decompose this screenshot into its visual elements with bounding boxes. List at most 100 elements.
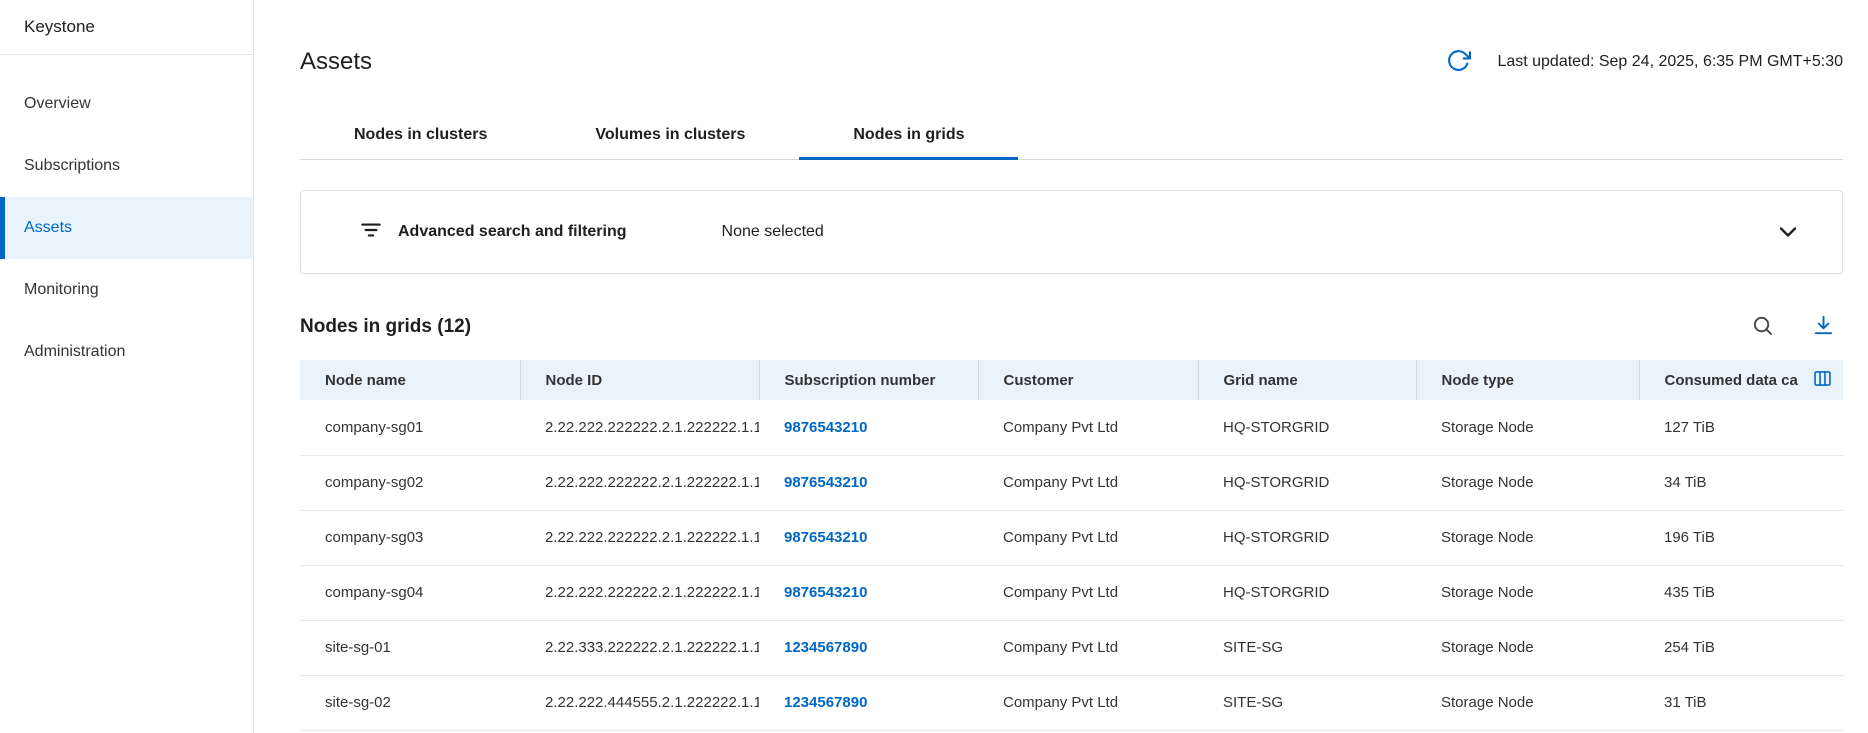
cell-customer: Company Pvt Ltd <box>978 455 1198 510</box>
tab-nodes-in-grids[interactable]: Nodes in grids <box>799 126 1018 159</box>
cell-grid-name: SITE-SG <box>1198 675 1416 730</box>
cell-node-name: company-sg01 <box>300 400 520 455</box>
cell-subscription: 9876543210 <box>759 510 978 565</box>
search-button[interactable] <box>1751 314 1774 340</box>
cell-subscription: 9876543210 <box>759 455 978 510</box>
table-row: site-sg-02 2.22.222.444555.2.1.222222.1.… <box>300 675 1843 730</box>
cell-node-id: 2.22.222.444555.2.1.222222.1.1.1.1 <box>520 675 759 730</box>
advanced-search-panel[interactable]: Advanced search and filtering None selec… <box>300 190 1843 274</box>
sidebar-item-label: Assets <box>24 219 72 237</box>
subscription-link[interactable]: 9876543210 <box>784 529 867 546</box>
advanced-search-label: Advanced search and filtering <box>398 223 627 241</box>
table-row: site-sg-01 2.22.333.222222.2.1.222222.1.… <box>300 620 1843 675</box>
search-icon <box>1751 314 1774 340</box>
table-row: company-sg02 2.22.222.222222.2.1.222222.… <box>300 455 1843 510</box>
cell-customer: Company Pvt Ltd <box>978 675 1198 730</box>
cell-subscription: 1234567890 <box>759 620 978 675</box>
cell-node-name: company-sg04 <box>300 565 520 620</box>
sidebar-item-label: Administration <box>24 343 125 361</box>
column-header-grid-name: Grid name <box>1198 360 1416 400</box>
cell-consumed: 31 TiB <box>1639 675 1843 730</box>
cell-node-name: company-sg02 <box>300 455 520 510</box>
cell-grid-name: HQ-STORGRID <box>1198 565 1416 620</box>
cell-subscription: 9876543210 <box>759 565 978 620</box>
cell-customer: Company Pvt Ltd <box>978 565 1198 620</box>
cell-node-name: company-sg03 <box>300 510 520 565</box>
cell-grid-name: HQ-STORGRID <box>1198 455 1416 510</box>
cell-node-id: 2.22.222.222222.2.1.222222.1.1.1.2 <box>520 455 759 510</box>
table-section-header: Nodes in grids (12) <box>300 314 1843 340</box>
subscription-link[interactable]: 1234567890 <box>784 639 867 656</box>
sidebar-item-subscriptions[interactable]: Subscriptions <box>0 135 253 197</box>
column-settings-button[interactable] <box>1812 368 1833 392</box>
table-row: company-sg01 2.22.222.222222.2.1.222222.… <box>300 400 1843 455</box>
sidebar-item-administration[interactable]: Administration <box>0 321 253 383</box>
filter-selection-text: None selected <box>722 223 824 241</box>
subscription-link[interactable]: 9876543210 <box>784 474 867 491</box>
cell-node-name: site-sg-02 <box>300 675 520 730</box>
cell-subscription: 9876543210 <box>759 400 978 455</box>
sidebar-item-label: Monitoring <box>24 281 99 299</box>
table-row: company-sg03 2.22.222.222222.2.1.222222.… <box>300 510 1843 565</box>
sidebar-item-assets[interactable]: Assets <box>0 197 253 259</box>
last-updated-area: Last updated: Sep 24, 2025, 6:35 PM GMT+… <box>1446 48 1843 76</box>
sidebar-item-label: Subscriptions <box>24 157 120 175</box>
app-root: Keystone Overview Subscriptions Assets M… <box>0 0 1868 733</box>
table-actions <box>1751 314 1843 340</box>
column-header-label: Consumed data ca <box>1665 372 1798 389</box>
tab-volumes-in-clusters[interactable]: Volumes in clusters <box>541 126 799 159</box>
subscription-link[interactable]: 9876543210 <box>784 584 867 601</box>
cell-customer: Company Pvt Ltd <box>978 510 1198 565</box>
filter-icon <box>358 217 384 248</box>
cell-consumed: 254 TiB <box>1639 620 1843 675</box>
table-title: Nodes in grids (12) <box>300 316 471 338</box>
column-header-node-type: Node type <box>1416 360 1639 400</box>
cell-consumed: 435 TiB <box>1639 565 1843 620</box>
sidebar-item-overview[interactable]: Overview <box>0 73 253 135</box>
cell-node-type: Storage Node <box>1416 675 1639 730</box>
cell-node-type: Storage Node <box>1416 455 1639 510</box>
cell-grid-name: HQ-STORGRID <box>1198 400 1416 455</box>
table-row: company-sg04 2.22.222.222222.2.1.222222.… <box>300 565 1843 620</box>
column-header-subscription-number: Subscription number <box>759 360 978 400</box>
subscription-link[interactable]: 1234567890 <box>784 694 867 711</box>
main-content: Assets Last updated: Sep 24, 2025, 6:35 … <box>254 0 1868 733</box>
app-title: Keystone <box>0 0 253 55</box>
page-header: Assets Last updated: Sep 24, 2025, 6:35 … <box>300 48 1843 76</box>
column-header-node-id: Node ID <box>520 360 759 400</box>
sidebar: Keystone Overview Subscriptions Assets M… <box>0 0 254 733</box>
tab-nodes-in-clusters[interactable]: Nodes in clusters <box>300 126 541 159</box>
cell-node-type: Storage Node <box>1416 400 1639 455</box>
cell-customer: Company Pvt Ltd <box>978 400 1198 455</box>
cell-node-id: 2.22.222.222222.2.1.222222.1.1.1.3 <box>520 510 759 565</box>
cell-node-type: Storage Node <box>1416 565 1639 620</box>
refresh-button[interactable] <box>1446 48 1471 76</box>
chevron-down-icon[interactable] <box>1774 218 1802 246</box>
download-button[interactable] <box>1812 314 1835 340</box>
tab-label: Volumes in clusters <box>595 126 745 143</box>
subscription-link[interactable]: 9876543210 <box>784 419 867 436</box>
cell-consumed: 127 TiB <box>1639 400 1843 455</box>
nodes-in-grids-table: Node name Node ID Subscription number Cu… <box>300 360 1843 731</box>
column-header-node-name: Node name <box>300 360 520 400</box>
column-header-customer: Customer <box>978 360 1198 400</box>
tab-label: Nodes in grids <box>853 126 964 143</box>
tab-label: Nodes in clusters <box>354 126 487 143</box>
table-header-row: Node name Node ID Subscription number Cu… <box>300 360 1843 400</box>
download-icon <box>1812 314 1835 340</box>
tab-bar: Nodes in clusters Volumes in clusters No… <box>300 126 1843 160</box>
cell-node-name: site-sg-01 <box>300 620 520 675</box>
cell-subscription: 1234567890 <box>759 675 978 730</box>
cell-grid-name: SITE-SG <box>1198 620 1416 675</box>
cell-node-id: 2.22.222.222222.2.1.222222.1.1.1.4 <box>520 565 759 620</box>
cell-customer: Company Pvt Ltd <box>978 620 1198 675</box>
cell-node-id: 2.22.333.222222.2.1.222222.1.1.1.1 <box>520 620 759 675</box>
last-updated-text: Last updated: Sep 24, 2025, 6:35 PM GMT+… <box>1497 53 1843 71</box>
cell-consumed: 196 TiB <box>1639 510 1843 565</box>
column-settings-icon <box>1812 368 1833 392</box>
sidebar-item-monitoring[interactable]: Monitoring <box>0 259 253 321</box>
cell-node-type: Storage Node <box>1416 620 1639 675</box>
sidebar-item-label: Overview <box>24 95 91 113</box>
column-header-consumed-data: Consumed data ca <box>1639 360 1843 400</box>
sidebar-nav: Overview Subscriptions Assets Monitoring… <box>0 73 253 383</box>
